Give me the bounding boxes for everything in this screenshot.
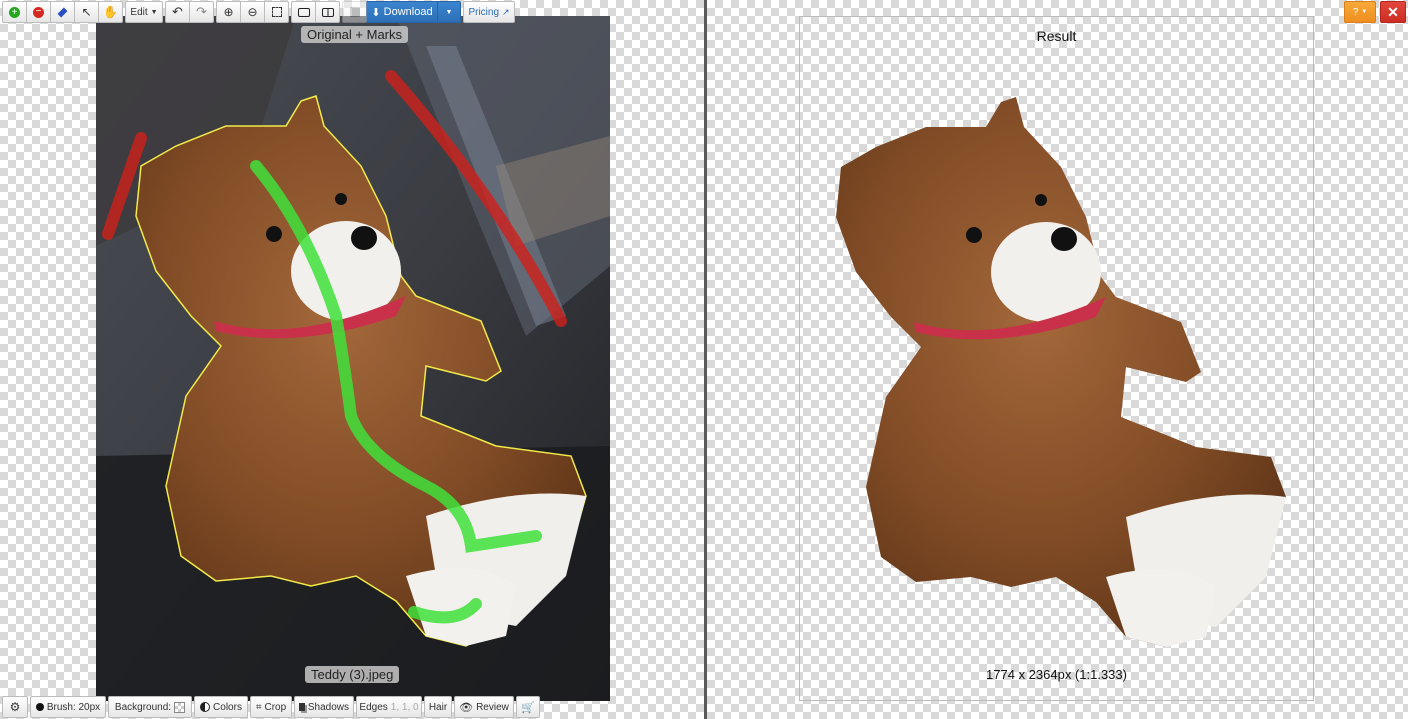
result-title: Result <box>1036 28 1077 44</box>
undo-icon: ↶ <box>172 4 183 19</box>
brush-label: Brush: 20px <box>46 701 101 713</box>
result-pane[interactable]: Result 1774 x 2364px (1:1.333) <box>707 0 1408 719</box>
hair-label: Hair <box>428 701 448 713</box>
redo-icon: ↷ <box>196 4 207 19</box>
transparent-swatch-icon <box>174 701 186 713</box>
cart-button[interactable]: 🛒 <box>516 696 540 718</box>
eraser-icon <box>57 7 68 17</box>
review-button[interactable]: 👁 Review <box>454 696 514 718</box>
zoom-out-icon: ⊖ <box>247 5 258 19</box>
edit-menu-button[interactable]: Edit ▼ <box>125 1 163 23</box>
edit-label: Edit <box>130 6 148 18</box>
hair-button[interactable]: Hair <box>424 696 452 718</box>
shadows-button[interactable]: Shadows <box>294 696 354 718</box>
download-button[interactable]: ⬇ Download <box>366 1 438 23</box>
shadow-icon <box>299 703 305 711</box>
contrast-icon <box>200 702 211 712</box>
edges-label: Edges <box>359 701 388 713</box>
close-button[interactable]: ✕ <box>1380 1 1406 23</box>
brush-size-button[interactable]: Brush: 20px <box>30 696 106 718</box>
edges-values: 1, 1, 0 <box>390 701 419 713</box>
undo-button[interactable]: ↶ <box>165 1 190 23</box>
download-label: Download <box>383 6 433 18</box>
single-view-button[interactable] <box>291 1 316 23</box>
zoom-group: ⊕ ⊖ <box>216 1 289 23</box>
external-link-icon: ↗ <box>502 6 510 17</box>
fit-screen-icon <box>271 7 282 17</box>
cursor-icon: ↖ <box>81 5 92 19</box>
split-view-icon <box>321 7 334 17</box>
teddy-bear-result-image <box>836 97 1286 647</box>
eraser-button[interactable] <box>50 1 75 23</box>
bottom-toolbar: ⚙ Brush: 20px Background: Colors ⌗ Crop … <box>2 696 540 718</box>
keep-marker-button[interactable]: + <box>2 1 27 23</box>
download-options-button[interactable]: ▼ <box>437 1 461 23</box>
caret-down-icon: ▼ <box>150 8 158 16</box>
zoom-in-button[interactable]: ⊕ <box>216 1 241 23</box>
view-group <box>291 1 340 23</box>
minus-circle-icon: − <box>33 6 44 18</box>
caret-down-icon: ▼ <box>1361 9 1368 15</box>
result-frame: Result 1774 x 2364px (1:1.333) <box>799 16 1314 701</box>
redo-button[interactable]: ↷ <box>189 1 214 23</box>
eye-icon: 👁 <box>459 701 474 714</box>
caret-down-icon: ▼ <box>445 8 453 16</box>
help-menu-button[interactable]: ? ▼ <box>1344 1 1376 23</box>
remove-marker-button[interactable]: − <box>26 1 51 23</box>
crop-label: Crop <box>264 701 287 713</box>
colors-button[interactable]: Colors <box>194 696 248 718</box>
single-view-icon <box>297 7 310 17</box>
brush-dot-icon <box>35 703 44 711</box>
zoom-in-icon: ⊕ <box>223 5 234 19</box>
mark-tool-group: + − ↖ ✋ <box>2 1 123 23</box>
split-view-button[interactable] <box>315 1 340 23</box>
background-label: Background: <box>114 701 172 713</box>
top-toolbar: + − ↖ ✋ Edit ▼ ↶ ↷ ⊕ ⊖ ⬇ Download ▼ Pric… <box>2 1 515 23</box>
shadows-label: Shadows <box>307 701 349 713</box>
zoom-out-button[interactable]: ⊖ <box>240 1 265 23</box>
crop-icon: ⌗ <box>255 701 262 713</box>
history-group: ↶ ↷ <box>165 1 214 23</box>
fit-screen-button[interactable] <box>264 1 289 23</box>
help-label: ? <box>1352 6 1359 18</box>
save-button[interactable] <box>342 1 367 23</box>
gear-icon: ⚙ <box>9 700 21 714</box>
select-button[interactable]: ↖ <box>74 1 99 23</box>
filename-caption: Teddy (3).jpeg <box>305 666 400 683</box>
cart-icon: 🛒 <box>521 701 535 714</box>
teddy-bear-original-image <box>96 16 610 701</box>
crop-button[interactable]: ⌗ Crop <box>250 696 292 718</box>
colors-label: Colors <box>213 701 242 713</box>
close-icon: ✕ <box>1387 3 1399 20</box>
background-button[interactable]: Background: <box>108 696 192 718</box>
hand-icon: ✋ <box>103 5 118 19</box>
review-label: Review <box>476 701 509 713</box>
original-caption: Original + Marks <box>301 26 408 43</box>
download-group: ⬇ Download ▼ <box>366 1 461 23</box>
pan-button[interactable]: ✋ <box>98 1 123 23</box>
original-photo-canvas[interactable]: Original + Marks Teddy (3).jpeg <box>96 16 610 701</box>
original-pane[interactable]: Original + Marks Teddy (3).jpeg <box>0 0 705 719</box>
edges-button[interactable]: Edges 1, 1, 0 <box>356 696 422 718</box>
plus-circle-icon: + <box>9 6 20 18</box>
window-controls: ? ▼ ✕ <box>1344 1 1406 23</box>
save-icon <box>349 7 360 17</box>
pricing-label: Pricing <box>468 6 500 18</box>
pricing-link[interactable]: Pricing ↗ <box>463 1 515 23</box>
download-icon: ⬇ <box>371 6 381 19</box>
result-dimensions: 1774 x 2364px (1:1.333) <box>986 667 1127 682</box>
settings-button[interactable]: ⚙ <box>2 696 28 718</box>
